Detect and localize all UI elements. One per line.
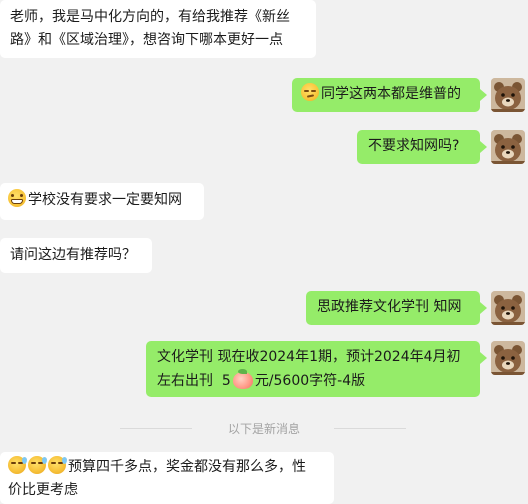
sweat-emoji-icon	[28, 456, 47, 474]
message-text: 元/5600字符-4版	[254, 373, 366, 389]
message-bubble-outgoing[interactable]: 同学这两本都是维普的	[292, 78, 480, 112]
message-text: 不要求知网吗?	[368, 138, 460, 154]
message-text-line: 老师，我是马中化方向的，有给我推荐《新丝	[10, 9, 290, 25]
message-text-line: 左右出刊 5 元/5600字符-4版	[157, 369, 472, 393]
bubble-tail	[480, 89, 487, 101]
sweat-emoji-icon	[48, 456, 67, 474]
new-messages-divider: 以下是新消息	[0, 420, 528, 438]
message-bubble-incoming[interactable]: 学校没有要求一定要知网	[0, 183, 204, 220]
message-bubble-incoming[interactable]: 请问这边有推荐吗？	[0, 238, 152, 273]
message-bubble-outgoing[interactable]: 文化学刊 现在收2024年1期，预计2024年4月初 左右出刊 5 元/5600字…	[146, 341, 480, 397]
bear-avatar-icon[interactable]	[491, 341, 525, 375]
message-text-line: 价比更考虑	[8, 482, 78, 498]
bear-avatar-icon[interactable]	[491, 78, 525, 112]
chat-window: 老师，我是马中化方向的，有给我推荐《新丝 路》和《区域治理》，想咨询下哪本更好一…	[0, 0, 528, 504]
sweat-emoji-icon	[8, 456, 27, 474]
message-text: 同学这两本都是维普的	[321, 86, 461, 102]
message-text-line: 文化学刊 现在收2024年1期，预计2024年4月初	[157, 349, 461, 365]
divider-line	[120, 428, 192, 429]
message-text: 预算四千多点，奖金都没有那么多，性	[68, 459, 306, 475]
bubble-tail	[480, 141, 487, 153]
message-bubble-incoming[interactable]: 预算四千多点，奖金都没有那么多，性 价比更考虑	[0, 452, 334, 504]
message-text-line: 预算四千多点，奖金都没有那么多，性	[8, 456, 326, 479]
message-bubble-incoming[interactable]: 老师，我是马中化方向的，有给我推荐《新丝 路》和《区域治理》，想咨询下哪本更好一…	[0, 0, 316, 58]
bear-avatar-icon[interactable]	[491, 291, 525, 325]
smirk-emoji-icon	[301, 83, 319, 101]
peach-emoji-icon	[232, 369, 254, 389]
message-bubble-outgoing[interactable]: 思政推荐文化学刊 知网	[306, 291, 480, 325]
message-text: 左右出刊 5	[157, 373, 231, 389]
message-text: 学校没有要求一定要知网	[28, 192, 182, 208]
divider-line	[334, 428, 406, 429]
message-text-line: 路》和《区域治理》，想咨询下哪本更好一点	[10, 32, 283, 48]
grin-emoji-icon	[8, 189, 26, 207]
message-bubble-outgoing[interactable]: 不要求知网吗?	[357, 130, 480, 164]
message-text: 思政推荐文化学刊 知网	[317, 299, 462, 315]
bubble-tail	[480, 352, 487, 364]
message-text: 请问这边有推荐吗？	[10, 247, 136, 263]
bubble-tail	[480, 302, 487, 314]
bear-avatar-icon[interactable]	[491, 130, 525, 164]
divider-label: 以下是新消息	[227, 422, 300, 436]
